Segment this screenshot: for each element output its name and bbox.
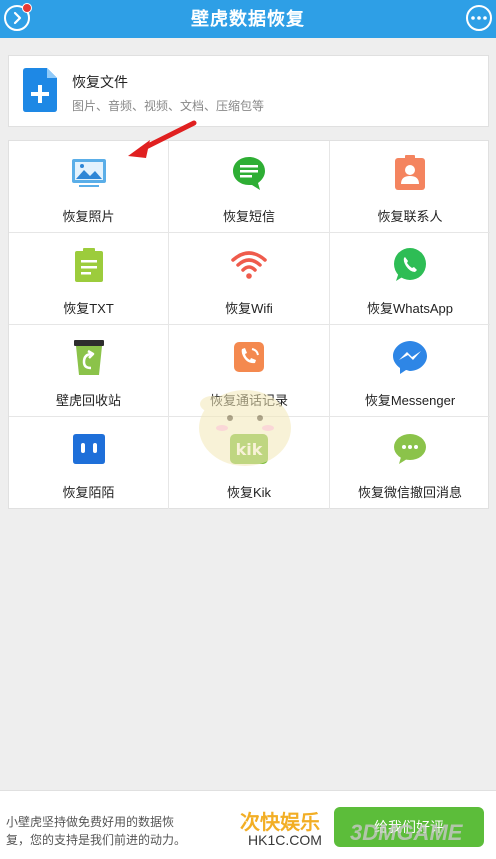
grid-item-recycle-bin[interactable]: 壁虎回收站 <box>9 325 169 417</box>
recover-file-title: 恢复文件 <box>72 74 128 90</box>
whatsapp-icon <box>390 245 430 285</box>
grid-item-label: 恢复联系人 <box>377 209 443 224</box>
grid-item-label: 恢复TXT <box>63 301 114 316</box>
grid-item-wifi[interactable]: 恢复Wifi <box>169 233 330 325</box>
grid-item-label: 恢复微信撤回消息 <box>357 485 462 500</box>
grid-item-label: 恢复照片 <box>62 209 115 224</box>
watermark-text: 次快娱乐 <box>240 812 320 834</box>
support-message: 小壁虎坚持做免费好用的数据恢复，您的支持是我们前进的动力。 <box>6 815 187 847</box>
grid-item-label: 壁虎回收站 <box>55 393 121 408</box>
momo-icon <box>69 429 109 469</box>
grid-item-contacts[interactable]: 恢复联系人 <box>330 141 490 233</box>
grid-item-label: 恢复Wifi <box>225 301 273 316</box>
recover-file-subtitle: 图片、音频、视频、文档、压缩包等 <box>72 99 265 113</box>
recover-file-card[interactable]: 恢复文件 图片、音频、视频、文档、压缩包等 <box>8 55 489 127</box>
grid-item-label: 恢复WhatsApp <box>367 301 453 316</box>
contact-icon <box>390 153 430 193</box>
grid-item-wechat[interactable]: 恢复微信撤回消息 <box>330 417 490 509</box>
annotation-arrow <box>128 120 197 158</box>
page-title: 壁虎数据恢复 <box>191 9 305 29</box>
call-log-icon <box>229 337 269 377</box>
grid-item-label: 恢复短信 <box>222 209 275 224</box>
grid-item-whatsapp[interactable]: 恢复WhatsApp <box>330 233 490 325</box>
wechat-icon <box>390 429 430 469</box>
grid-item-txt[interactable]: 恢复TXT <box>9 233 169 325</box>
txt-icon <box>69 245 109 285</box>
more-dots-icon <box>471 16 487 20</box>
watermark-mascot <box>199 390 291 466</box>
app-header: 壁虎数据恢复 <box>0 0 496 38</box>
messenger-icon <box>390 337 430 377</box>
file-add-icon <box>23 68 57 117</box>
watermark-site: HK1C.COM <box>248 832 322 848</box>
sms-icon <box>229 153 269 193</box>
grid-item-messenger[interactable]: 恢复Messenger <box>330 325 490 417</box>
watermark-brand: 3DMGAME <box>350 820 463 845</box>
grid-item-label: 恢复陌陌 <box>62 485 115 500</box>
more-button[interactable] <box>466 5 492 31</box>
grid-item-momo[interactable]: 恢复陌陌 <box>9 417 169 509</box>
recycle-bin-icon <box>69 337 109 377</box>
grid-item-label: 恢复Messenger <box>364 393 456 408</box>
photo-icon <box>69 153 109 193</box>
grid-item-label: 恢复Kik <box>226 485 272 500</box>
wifi-icon <box>229 245 269 285</box>
